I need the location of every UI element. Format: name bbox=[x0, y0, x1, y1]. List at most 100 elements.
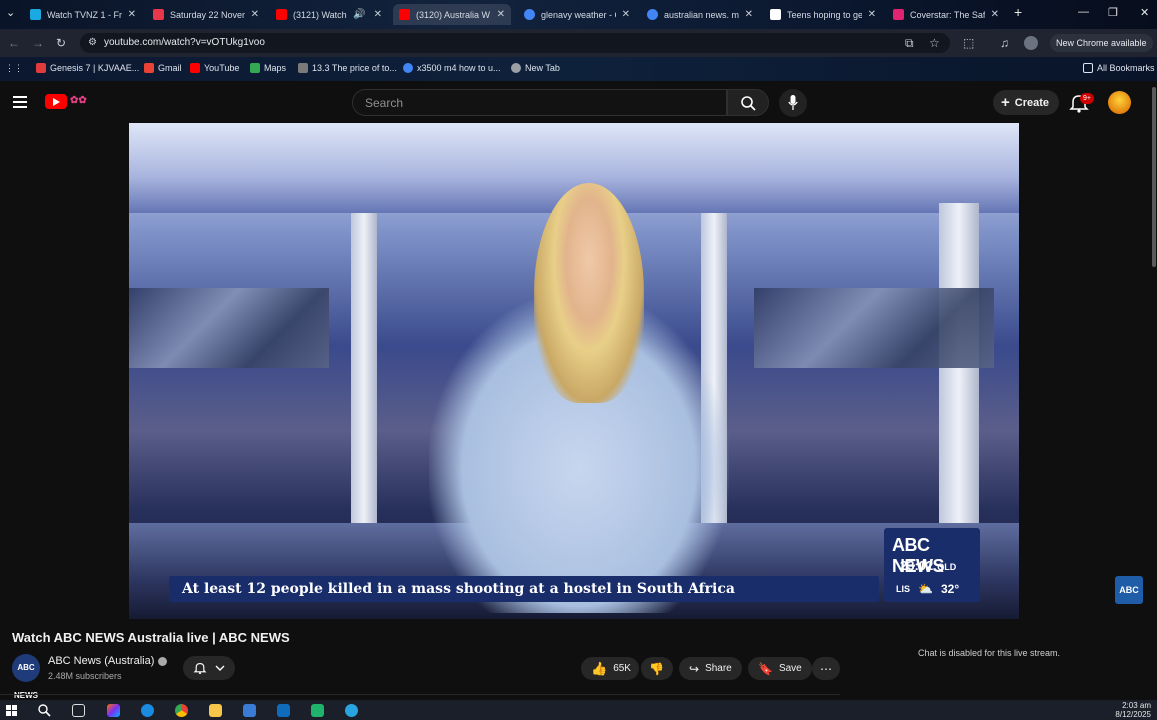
browser-tab-6[interactable]: australian news. mi ✕ bbox=[641, 4, 759, 25]
profile-avatar-icon[interactable] bbox=[1024, 36, 1038, 50]
restore-window-icon[interactable]: ❐ bbox=[1108, 6, 1118, 19]
bookmark-youtube[interactable]: YouTube bbox=[190, 63, 239, 73]
section-divider bbox=[0, 694, 840, 695]
chevron-down-icon bbox=[215, 665, 225, 671]
page-favicon-icon bbox=[298, 63, 308, 73]
hamburger-menu-icon[interactable] bbox=[13, 96, 27, 108]
scrollbar-thumb[interactable] bbox=[1152, 87, 1156, 267]
all-bookmarks-folder[interactable]: All Bookmarks bbox=[1083, 63, 1155, 73]
channel-avatar[interactable]: ABC NEWS bbox=[12, 654, 40, 700]
youtube-favicon-icon bbox=[399, 9, 410, 20]
search-box bbox=[352, 89, 727, 116]
channel-name[interactable]: ABC News (Australia) bbox=[48, 655, 154, 667]
edge-icon[interactable] bbox=[141, 704, 154, 717]
bookmark-maps[interactable]: Maps bbox=[250, 63, 286, 73]
create-button[interactable]: + Create bbox=[993, 90, 1060, 115]
bookmark-star-icon[interactable]: ☆ bbox=[929, 36, 940, 50]
close-window-icon[interactable]: ✕ bbox=[1140, 6, 1149, 19]
notification-count-badge: 9+ bbox=[1080, 93, 1094, 104]
close-tab-icon[interactable]: ✕ bbox=[128, 9, 136, 20]
browser-tab-4-active[interactable]: (3120) Australia W ✕ bbox=[393, 4, 511, 25]
search-button[interactable] bbox=[727, 89, 769, 116]
browser-tab-7[interactable]: Teens hoping to ge ✕ bbox=[764, 4, 882, 25]
minimize-icon[interactable]: — bbox=[1078, 6, 1089, 18]
more-actions-button[interactable]: ⋯ bbox=[812, 657, 840, 680]
tab-search-icon[interactable]: ⌄ bbox=[6, 6, 15, 19]
back-arrow-icon[interactable]: ← bbox=[8, 36, 20, 50]
tab-title: Teens hoping to ge bbox=[787, 9, 862, 20]
youtube-header: ✿✿ + Create 9+ bbox=[0, 81, 1157, 123]
search-icon[interactable] bbox=[38, 704, 51, 717]
chrome-icon[interactable] bbox=[175, 704, 188, 717]
browser-tab-1[interactable]: Watch TVNZ 1 - Fre ✕ bbox=[24, 4, 142, 25]
weather-readout: LIS ⛅ 32° bbox=[896, 582, 959, 596]
tvnz-favicon-icon bbox=[30, 9, 41, 20]
forward-arrow-icon[interactable]: → bbox=[32, 36, 44, 50]
time-zone: QLD bbox=[937, 562, 957, 572]
broadcast-time: 23:02 QLD bbox=[900, 558, 956, 573]
bookmark-genesis[interactable]: Genesis 7 | KJVAAE... bbox=[36, 63, 139, 73]
browser-tab-8[interactable]: Coverstar: The Safe ✕ bbox=[887, 4, 1005, 25]
bookmark-label: Gmail bbox=[158, 63, 182, 73]
tab-title: (3120) Australia W bbox=[416, 9, 491, 20]
channel-watermark-icon[interactable]: ABC bbox=[1115, 576, 1143, 604]
channel-name-row[interactable]: ABC News (Australia) bbox=[48, 655, 168, 667]
maps-pin-icon bbox=[250, 63, 260, 73]
copilot-icon[interactable] bbox=[107, 704, 120, 717]
system-clock[interactable]: 2:03 am 8/12/2025 bbox=[1115, 701, 1151, 719]
bookmark-price[interactable]: 13.3 The price of to... bbox=[298, 63, 397, 73]
newsroom-monitors bbox=[129, 288, 329, 368]
tab-title: Watch TVNZ 1 - Fre bbox=[47, 9, 122, 20]
app-icon[interactable] bbox=[311, 704, 324, 717]
share-button[interactable]: ↪ Share bbox=[679, 657, 742, 680]
plus-icon: + bbox=[1001, 93, 1010, 111]
windows-start-icon[interactable] bbox=[6, 705, 17, 716]
audio-playing-icon[interactable]: 🔊 bbox=[353, 9, 365, 20]
tab-title: Coverstar: The Safe bbox=[910, 9, 985, 20]
file-explorer-icon[interactable] bbox=[209, 704, 222, 717]
account-avatar[interactable] bbox=[1108, 91, 1131, 114]
search-input[interactable] bbox=[353, 90, 726, 115]
page-scrollbar[interactable] bbox=[1151, 81, 1157, 700]
browser-tab-3[interactable]: (3121) Watch Al 🔊 ✕ bbox=[270, 4, 388, 25]
voice-search-button[interactable] bbox=[779, 89, 807, 117]
bookmark-new-tab[interactable]: New Tab bbox=[511, 63, 560, 73]
media-control-icon[interactable]: ♫ bbox=[1000, 36, 1009, 50]
video-player[interactable]: At least 12 people killed in a mass shoo… bbox=[129, 123, 1019, 619]
subscription-bell-button[interactable] bbox=[183, 656, 235, 680]
browser-tab-2[interactable]: Saturday 22 Novem ✕ bbox=[147, 4, 265, 25]
like-button[interactable]: 👍 65K bbox=[581, 657, 639, 680]
save-button[interactable]: 🔖 Save bbox=[748, 657, 812, 680]
extensions-icon[interactable]: ⬚ bbox=[963, 36, 974, 50]
task-view-icon[interactable] bbox=[72, 704, 85, 717]
address-bar[interactable]: ⚙ youtube.com/watch?v=vOTUkg1voo bbox=[80, 33, 950, 53]
cast-icon[interactable]: ⧉ bbox=[905, 36, 914, 51]
close-tab-icon[interactable]: ✕ bbox=[991, 9, 999, 20]
bookmark-gmail[interactable]: Gmail bbox=[144, 63, 182, 73]
apps-grid-icon[interactable]: ⋮⋮ bbox=[5, 63, 23, 74]
browser-tab-bar: ⌄ Watch TVNZ 1 - Fre ✕ Saturday 22 Novem… bbox=[0, 0, 1157, 29]
youtube-logo-icon[interactable] bbox=[45, 94, 67, 109]
close-tab-icon[interactable]: ✕ bbox=[622, 9, 630, 20]
tab-title: glenavy weather - C bbox=[541, 9, 616, 20]
screen: ⌄ Watch TVNZ 1 - Fre ✕ Saturday 22 Novem… bbox=[0, 0, 1157, 720]
reload-icon[interactable]: ↻ bbox=[56, 36, 66, 50]
dislike-button[interactable]: 👎 bbox=[641, 657, 673, 680]
bell-icon bbox=[193, 662, 207, 675]
close-tab-icon[interactable]: ✕ bbox=[374, 9, 382, 20]
new-tab-plus-icon[interactable]: + bbox=[1014, 4, 1022, 20]
site-info-icon[interactable]: ⚙ bbox=[88, 37, 98, 48]
close-tab-icon[interactable]: ✕ bbox=[497, 9, 505, 20]
bookmark-label: 13.3 The price of to... bbox=[312, 63, 397, 73]
more-horizontal-icon: ⋯ bbox=[820, 661, 832, 676]
bookmark-x3500[interactable]: x3500 m4 how to u... bbox=[403, 63, 501, 73]
telegram-icon[interactable] bbox=[345, 704, 358, 717]
youtube-doodle-icon[interactable]: ✿✿ bbox=[70, 95, 106, 109]
close-tab-icon[interactable]: ✕ bbox=[868, 9, 876, 20]
outlook-icon[interactable] bbox=[277, 704, 290, 717]
close-tab-icon[interactable]: ✕ bbox=[745, 9, 753, 20]
store-icon[interactable] bbox=[243, 704, 256, 717]
browser-tab-5[interactable]: glenavy weather - C ✕ bbox=[518, 4, 636, 25]
chrome-update-chip[interactable]: New Chrome available bbox=[1050, 34, 1153, 52]
close-tab-icon[interactable]: ✕ bbox=[251, 9, 259, 20]
